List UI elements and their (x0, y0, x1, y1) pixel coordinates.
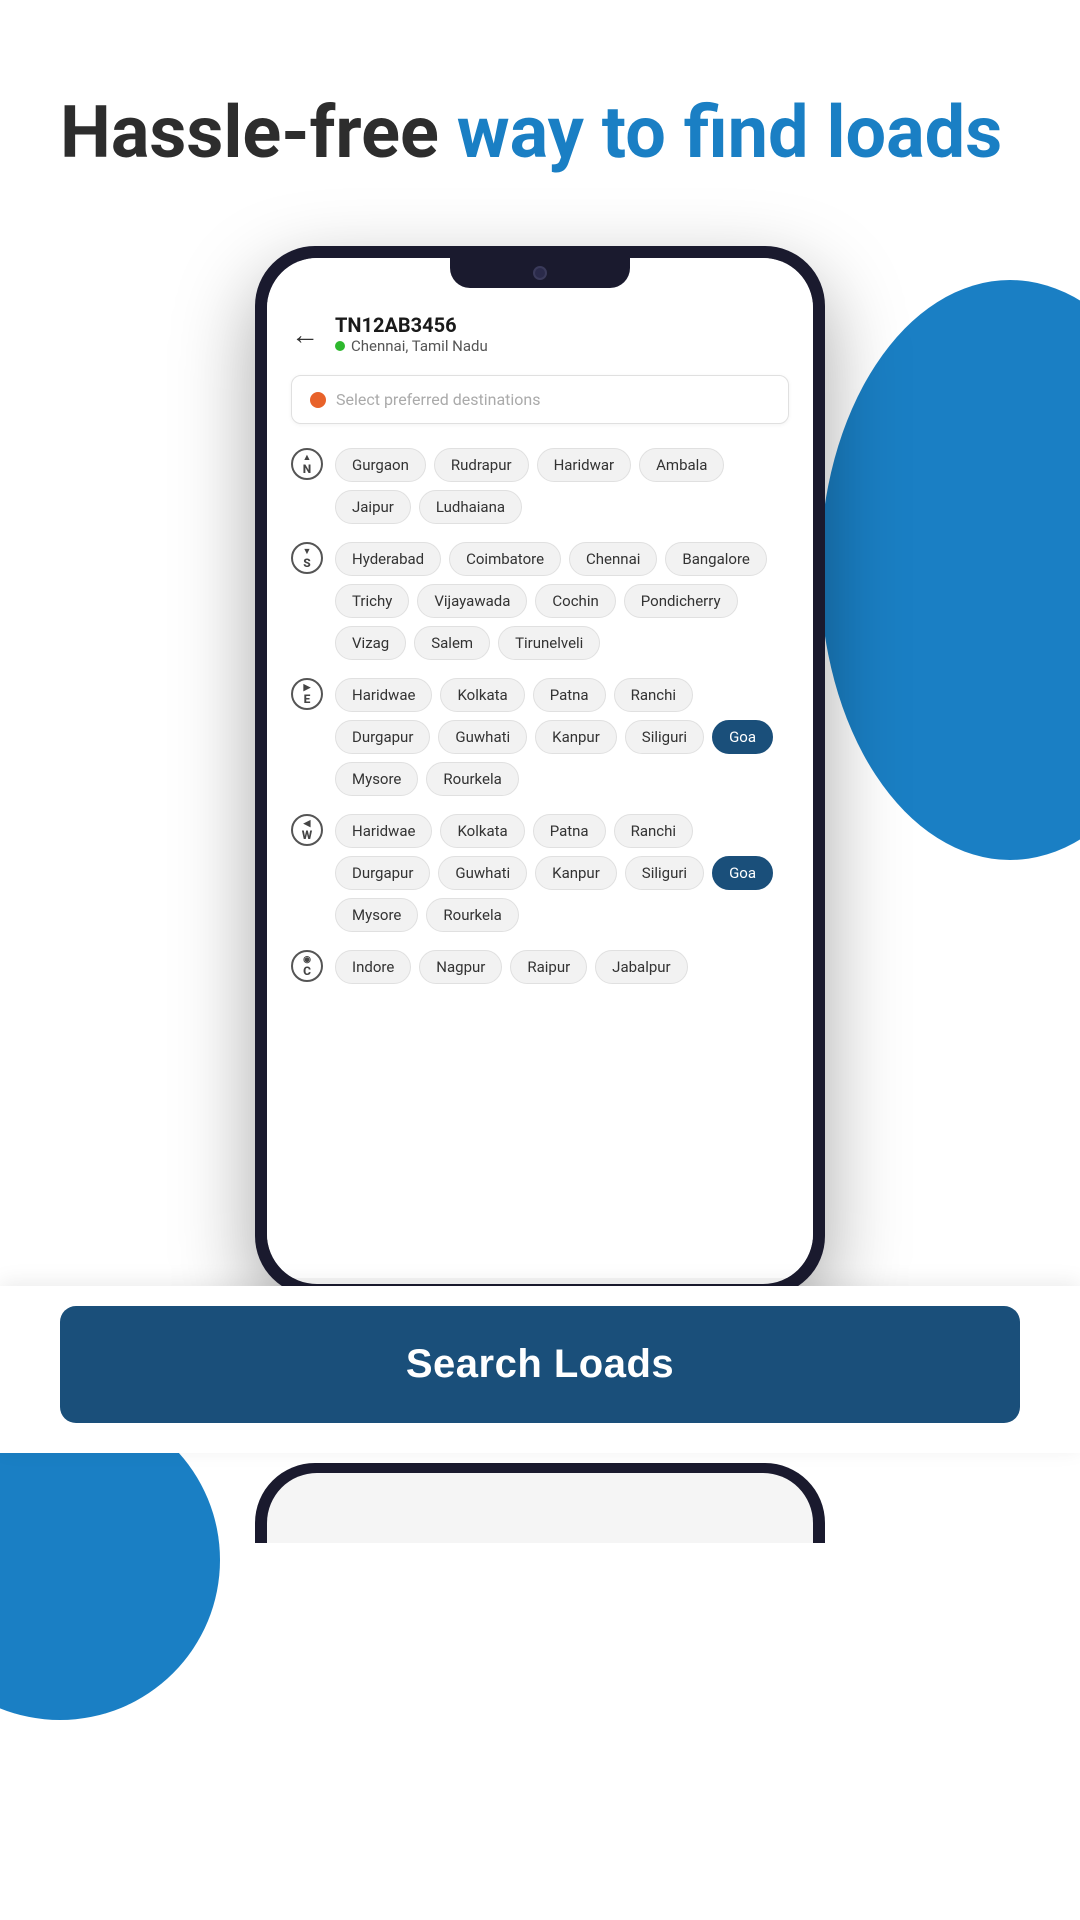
search-placeholder: Select preferred destinations (336, 390, 540, 409)
tag-kanpur[interactable]: Kanpur (535, 720, 617, 754)
direction-section-west: ◀W HaridwaeKolkata PatnaRanchi DurgapurGuwh… (291, 814, 789, 932)
directions-container: ▲N GurgaonRudrapurHaridwarAmbala JaipurLud… (291, 448, 789, 984)
tags-wrapper-north: GurgaonRudrapurHaridwarAmbala JaipurLudha… (335, 448, 789, 524)
direction-section-north: ▲N GurgaonRudrapurHaridwarAmbala JaipurLud… (291, 448, 789, 524)
tag-guwhati[interactable]: Guwhati (438, 720, 527, 754)
phone-header: ← TN12AB3456 Chennai, Tamil Nadu (291, 303, 789, 355)
tags-wrapper-central: IndoreNagpurRaipurJabalpur (335, 950, 688, 984)
tag-rudrapur[interactable]: Rudrapur (434, 448, 529, 482)
phone-mockup: ← TN12AB3456 Chennai, Tamil Nadu Select … (0, 246, 1080, 1296)
tag-vijayawada[interactable]: Vijayawada (417, 584, 527, 618)
tag-durgapur[interactable]: Durgapur (335, 720, 430, 754)
tag-raipur[interactable]: Raipur (510, 950, 587, 984)
direction-header-central: ◉C IndoreNagpurRaipurJabalpur (291, 950, 789, 984)
tag-mysore[interactable]: Mysore (335, 762, 418, 796)
search-loads-button[interactable]: Search Loads (60, 1306, 1020, 1423)
phone-frame: ← TN12AB3456 Chennai, Tamil Nadu Select … (255, 246, 825, 1296)
tag-cochin[interactable]: Cochin (535, 584, 615, 618)
tag-patna[interactable]: Patna (533, 814, 606, 848)
tag-goa[interactable]: Goa (712, 720, 773, 754)
hero-title: Hassle-free way to find loads (60, 90, 1020, 176)
tag-durgapur[interactable]: Durgapur (335, 856, 430, 890)
direction-badge-east: ▶E (291, 678, 323, 710)
tag-gurgaon[interactable]: Gurgaon (335, 448, 426, 482)
tag-chennai[interactable]: Chennai (569, 542, 657, 576)
tag-haridwar[interactable]: Haridwar (537, 448, 632, 482)
tag-hyderabad[interactable]: Hyderabad (335, 542, 441, 576)
phone-inner: ← TN12AB3456 Chennai, Tamil Nadu Select … (267, 258, 813, 1284)
tag-rourkela[interactable]: Rourkela (426, 898, 518, 932)
hero-title-blue: way to find loads (457, 90, 1002, 175)
direction-header-north: ▲N GurgaonRudrapurHaridwarAmbala JaipurLud… (291, 448, 789, 524)
direction-section-south: ▼S HyderabadCoimbatoreChennaiBangalore Tri… (291, 542, 789, 660)
tag-salem[interactable]: Salem (414, 626, 490, 660)
tag-coimbatore[interactable]: Coimbatore (449, 542, 561, 576)
back-button[interactable]: ← (291, 318, 319, 351)
direction-header-west: ◀W HaridwaeKolkata PatnaRanchi DurgapurGuwh… (291, 814, 789, 932)
bottom-bar: Search Loads (0, 1286, 1080, 1453)
tags-wrapper-west: HaridwaeKolkata PatnaRanchi DurgapurGuwhat… (335, 814, 789, 932)
direction-badge-south: ▼S (291, 542, 323, 574)
tag-siliguri[interactable]: Siliguri (625, 720, 704, 754)
vehicle-id: TN12AB3456 (335, 313, 488, 337)
tag-guwhati[interactable]: Guwhati (438, 856, 527, 890)
tag-patna[interactable]: Patna (533, 678, 606, 712)
tag-trichy[interactable]: Trichy (335, 584, 409, 618)
tag-jaipur[interactable]: Jaipur (335, 490, 411, 524)
tags-wrapper-south: HyderabadCoimbatoreChennaiBangalore Trich… (335, 542, 789, 660)
camera-dot (533, 266, 547, 280)
hero-title-plain: Hassle-free (60, 90, 457, 175)
direction-section-central: ◉C IndoreNagpurRaipurJabalpur (291, 950, 789, 984)
tag-haridwae[interactable]: Haridwae (335, 678, 432, 712)
tag-ambala[interactable]: Ambala (639, 448, 724, 482)
tag-ranchi[interactable]: Ranchi (614, 678, 693, 712)
online-status-dot (335, 341, 345, 351)
tag-vizag[interactable]: Vizag (335, 626, 406, 660)
tag-goa[interactable]: Goa (712, 856, 773, 890)
location-text: Chennai, Tamil Nadu (351, 337, 488, 355)
direction-badge-north: ▲N (291, 448, 323, 480)
tag-rourkela[interactable]: Rourkela (426, 762, 518, 796)
tags-wrapper-east: HaridwaeKolkata PatnaRanchi DurgapurGuwhat… (335, 678, 789, 796)
tag-ludhaiana[interactable]: Ludhaiana (419, 490, 522, 524)
direction-badge-central: ◉C (291, 950, 323, 982)
tag-indore[interactable]: Indore (335, 950, 411, 984)
direction-header-south: ▼S HyderabadCoimbatoreChennaiBangalore Tri… (291, 542, 789, 660)
phone-peek-inner (267, 1473, 813, 1543)
tag-kolkata[interactable]: Kolkata (440, 678, 524, 712)
tag-pondicherry[interactable]: Pondicherry (624, 584, 738, 618)
tag-jabalpur[interactable]: Jabalpur (595, 950, 687, 984)
next-phone-peek (0, 1463, 1080, 1543)
direction-badge-west: ◀W (291, 814, 323, 846)
phone-content: ← TN12AB3456 Chennai, Tamil Nadu Select … (267, 258, 813, 1278)
tag-kolkata[interactable]: Kolkata (440, 814, 524, 848)
tag-mysore[interactable]: Mysore (335, 898, 418, 932)
vehicle-info: TN12AB3456 Chennai, Tamil Nadu (335, 313, 488, 355)
direction-section-east: ▶E HaridwaeKolkata PatnaRanchi DurgapurGuwh… (291, 678, 789, 796)
destination-icon (310, 392, 326, 408)
tag-nagpur[interactable]: Nagpur (419, 950, 502, 984)
tag-siliguri[interactable]: Siliguri (625, 856, 704, 890)
tag-bangalore[interactable]: Bangalore (665, 542, 766, 576)
vehicle-location: Chennai, Tamil Nadu (335, 337, 488, 355)
phone-notch (450, 258, 630, 288)
direction-header-east: ▶E HaridwaeKolkata PatnaRanchi DurgapurGuwh… (291, 678, 789, 796)
destination-search-box[interactable]: Select preferred destinations (291, 375, 789, 424)
tag-ranchi[interactable]: Ranchi (614, 814, 693, 848)
tag-tirunelveli[interactable]: Tirunelveli (498, 626, 600, 660)
tag-haridwae[interactable]: Haridwae (335, 814, 432, 848)
hero-section: Hassle-free way to find loads (0, 0, 1080, 216)
phone-peek-frame (255, 1463, 825, 1543)
tag-kanpur[interactable]: Kanpur (535, 856, 617, 890)
